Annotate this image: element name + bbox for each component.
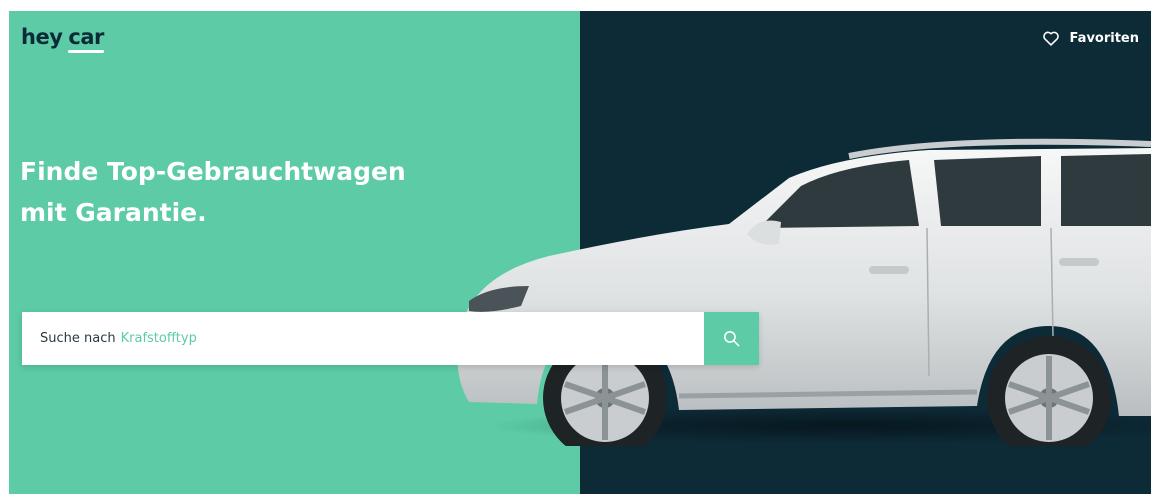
favorites-link[interactable]: Favoriten <box>1042 30 1139 46</box>
search-prefix: Suche nach <box>40 331 116 346</box>
heycar-logo[interactable]: hey car <box>21 25 104 53</box>
search-bar: Suche nach Krafstofftyp <box>22 312 759 365</box>
search-highlight: Krafstofftyp <box>120 331 197 346</box>
hero-headline: Finde Top-Gebrauchtwagen mit Garantie. <box>20 151 406 233</box>
logo-hey: hey <box>21 25 63 49</box>
favorites-label: Favoriten <box>1069 30 1139 46</box>
search-icon <box>723 330 740 347</box>
logo-car: car <box>68 25 104 53</box>
search-input[interactable]: Suche nach Krafstofftyp <box>22 312 704 365</box>
car-image <box>457 138 1151 446</box>
heart-icon <box>1042 31 1059 46</box>
search-button[interactable] <box>704 312 759 365</box>
headline-line-1: Finde Top-Gebrauchtwagen <box>20 157 406 186</box>
hero-banner: hey car Favoriten Finde Top-Gebrauchtwag… <box>9 11 1151 494</box>
headline-line-2: mit Garantie. <box>20 198 207 227</box>
